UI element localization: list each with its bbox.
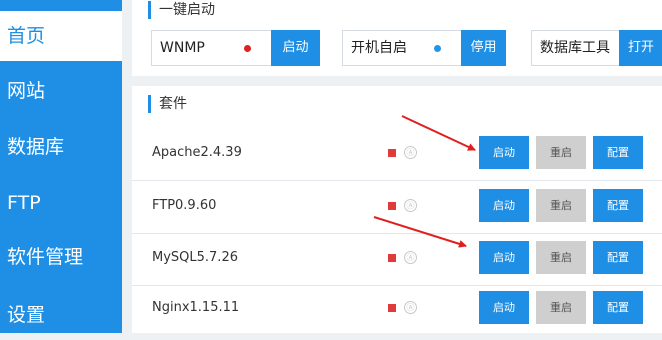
table-row: Nginx1.15.11 Ⓐ 启动 重启 配置 [132, 280, 662, 336]
autostart-disable-button[interactable]: 停用 [461, 30, 506, 66]
restart-button[interactable]: 重启 [536, 189, 586, 222]
quick-start-title: 一键启动 [148, 1, 215, 19]
start-button[interactable]: 启动 [479, 136, 529, 169]
sidebar-item-ftp[interactable]: FTP [0, 178, 122, 228]
wnmp-group: WNMP 启动 [151, 30, 320, 66]
auto-start-icon[interactable]: Ⓐ [404, 251, 417, 264]
db-tool-group: 数据库工具 打开 [531, 30, 662, 66]
sidebar-item-website[interactable]: 网站 [0, 66, 122, 116]
sidebar: 首页 网站 数据库 FTP 软件管理 设置 [0, 0, 122, 333]
config-button[interactable]: 配置 [593, 291, 643, 324]
start-button[interactable]: 启动 [479, 291, 529, 324]
table-row: MySQL5.7.26 Ⓐ 启动 重启 配置 [132, 230, 662, 286]
stopped-status-icon [388, 202, 396, 210]
restart-button[interactable]: 重启 [536, 241, 586, 274]
stopped-status-icon [388, 149, 396, 157]
sidebar-item-home[interactable]: 首页 [0, 11, 122, 61]
restart-button[interactable]: 重启 [536, 291, 586, 324]
wnmp-label: WNMP [160, 40, 205, 56]
main-content: 一键启动 WNMP 启动 开机自启 停用 数据库工具 打开 套件 Apache2… [122, 0, 662, 333]
autostart-group: 开机自启 停用 [342, 30, 506, 66]
autostart-label: 开机自启 [351, 40, 407, 56]
restart-button[interactable]: 重启 [536, 136, 586, 169]
sidebar-item-database[interactable]: 数据库 [0, 122, 122, 172]
quick-start-panel: 一键启动 WNMP 启动 开机自启 停用 数据库工具 打开 [132, 0, 662, 76]
db-tool-label: 数据库工具 [540, 40, 610, 56]
table-row: FTP0.9.60 Ⓐ 启动 重启 配置 [132, 178, 662, 234]
packages-title: 套件 [148, 95, 187, 113]
config-button[interactable]: 配置 [593, 241, 643, 274]
start-button[interactable]: 启动 [479, 189, 529, 222]
service-name: FTP0.9.60 [152, 198, 217, 213]
service-name: Apache2.4.39 [152, 145, 242, 160]
autostart-status-dot [434, 45, 441, 52]
service-name: MySQL5.7.26 [152, 250, 238, 265]
auto-start-icon[interactable]: Ⓐ [404, 301, 417, 314]
config-button[interactable]: 配置 [593, 189, 643, 222]
wnmp-status-dot [244, 45, 251, 52]
start-button[interactable]: 启动 [479, 241, 529, 274]
stopped-status-icon [388, 254, 396, 262]
auto-start-icon[interactable]: Ⓐ [404, 146, 417, 159]
packages-panel: 套件 Apache2.4.39 Ⓐ 启动 重启 配置 FTP0.9.60 Ⓐ 启… [132, 86, 662, 333]
config-button[interactable]: 配置 [593, 136, 643, 169]
service-name: Nginx1.15.11 [152, 300, 240, 315]
stopped-status-icon [388, 304, 396, 312]
db-tool-open-button[interactable]: 打开 [619, 30, 662, 66]
sidebar-item-software[interactable]: 软件管理 [0, 232, 122, 282]
auto-start-icon[interactable]: Ⓐ [404, 199, 417, 212]
table-row: Apache2.4.39 Ⓐ 启动 重启 配置 [132, 125, 662, 181]
wnmp-start-button[interactable]: 启动 [271, 30, 320, 66]
